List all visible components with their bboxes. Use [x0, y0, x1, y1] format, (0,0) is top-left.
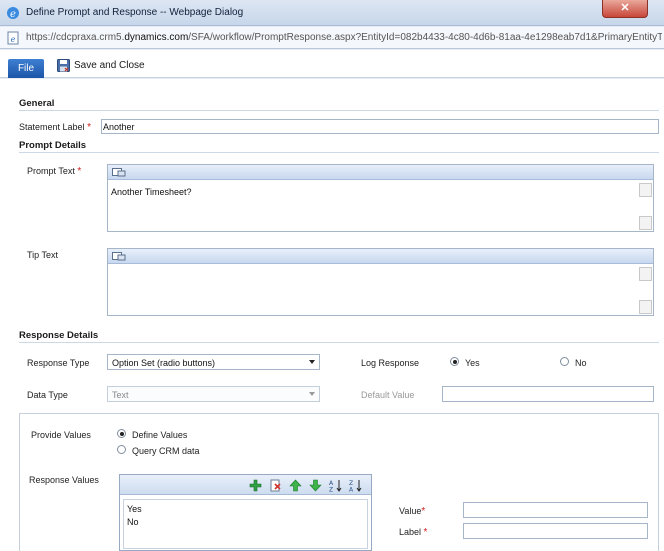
label-input[interactable]: [463, 523, 648, 539]
list-item[interactable]: No: [127, 517, 139, 527]
sort-ascending-icon[interactable]: A Z: [329, 479, 342, 492]
window-close-button[interactable]: ✕: [602, 0, 648, 18]
value-label: Value*: [399, 506, 426, 517]
url-text: https://cdcpraxa.crm5.dynamics.com/SFA/w…: [26, 32, 662, 43]
provide-values-label: Provide Values: [31, 430, 91, 440]
log-response-yes-label: Yes: [465, 358, 480, 368]
response-values-listbox[interactable]: Yes No: [123, 499, 368, 549]
address-bar[interactable]: e https://cdcpraxa.crm5.dynamics.com/SFA…: [0, 27, 664, 49]
define-values-radio[interactable]: [117, 429, 126, 438]
rich-text-toolbar: [108, 165, 653, 180]
response-values-toolbar: A Z Z A: [120, 475, 371, 495]
section-divider: [19, 342, 659, 343]
log-response-yes-radio[interactable]: [450, 357, 459, 366]
chevron-down-icon: [309, 392, 315, 396]
log-response-no-radio[interactable]: [560, 357, 569, 366]
svg-text:Z: Z: [329, 487, 333, 493]
rich-text-toolbar: [108, 249, 653, 264]
prompt-text-editor[interactable]: Another Timesheet?: [107, 164, 654, 232]
data-type-label: Data Type: [27, 390, 68, 400]
save-and-close-button[interactable]: Save and Close: [57, 57, 145, 73]
scrollbar-up[interactable]: [639, 183, 652, 197]
page-icon: e: [7, 31, 19, 45]
response-type-select[interactable]: Option Set (radio buttons): [107, 354, 320, 370]
file-tab[interactable]: File: [8, 59, 44, 78]
section-divider: [19, 110, 659, 111]
value-input[interactable]: [463, 502, 648, 518]
delete-icon[interactable]: [269, 479, 282, 492]
move-up-icon[interactable]: [289, 479, 302, 492]
sort-descending-icon[interactable]: Z A: [349, 479, 362, 492]
scrollbar-down[interactable]: [639, 300, 652, 314]
section-response-details: Response Details: [19, 330, 99, 341]
svg-text:e: e: [10, 9, 16, 20]
query-crm-label: Query CRM data: [132, 446, 200, 456]
define-values-label: Define Values: [132, 430, 188, 440]
scrollbar-up[interactable]: [639, 267, 652, 281]
svg-text:e: e: [11, 35, 16, 44]
svg-text:A: A: [349, 487, 354, 493]
log-response-no-label: No: [575, 358, 587, 368]
add-icon[interactable]: [249, 479, 262, 492]
prompt-text-value: Another Timesheet?: [111, 187, 192, 197]
internet-explorer-icon: e: [7, 7, 19, 20]
response-values-list[interactable]: A Z Z A Yes No: [119, 474, 372, 551]
section-prompt-details: Prompt Details: [19, 140, 87, 151]
statement-label-label: Statement Label *: [19, 122, 91, 133]
move-down-icon[interactable]: [309, 479, 322, 492]
insert-field-icon[interactable]: [112, 251, 126, 261]
list-item[interactable]: Yes: [127, 504, 142, 514]
window-title: Define Prompt and Response -- Webpage Di…: [26, 7, 244, 18]
scrollbar-down[interactable]: [639, 216, 652, 230]
default-value-input[interactable]: [442, 386, 654, 402]
log-response-label: Log Response: [361, 358, 420, 368]
window-title-bar: e Define Prompt and Response -- Webpage …: [0, 0, 664, 26]
tip-text-label: Tip Text: [27, 250, 59, 260]
query-crm-radio[interactable]: [117, 445, 126, 454]
section-general: General: [19, 98, 55, 109]
save-and-close-label: Save and Close: [74, 59, 145, 71]
default-value-label: Default Value: [361, 390, 415, 400]
statement-label-input[interactable]: Another: [101, 119, 659, 134]
section-divider: [19, 152, 659, 153]
data-type-select[interactable]: Text: [107, 386, 320, 402]
save-disk-icon: [57, 58, 70, 72]
chevron-down-icon: [309, 360, 315, 364]
response-type-label: Response Type: [27, 358, 90, 368]
label-label: Label *: [399, 527, 428, 538]
response-values-label: Response Values: [29, 475, 99, 485]
tip-text-editor[interactable]: [107, 248, 654, 316]
prompt-text-label: Prompt Text *: [27, 166, 82, 177]
insert-field-icon[interactable]: [112, 167, 126, 177]
